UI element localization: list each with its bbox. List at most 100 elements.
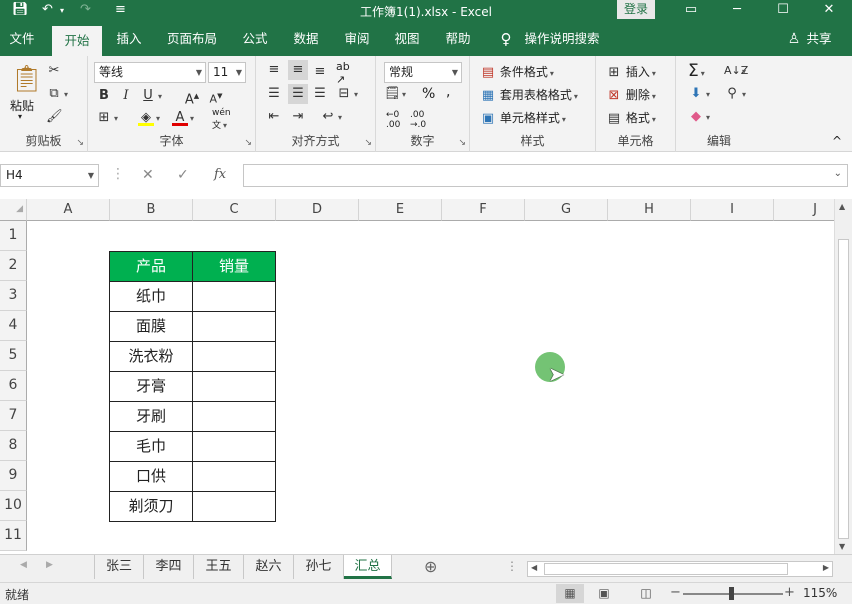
worksheet-grid[interactable]: ◢ A B C D E F G H I J 1 2 3 4 5 6 7 8 9 … [0, 199, 852, 554]
cell-styles-button[interactable]: ▣ 单元格样式 ▾ [480, 109, 566, 127]
table-cell-product[interactable]: 口供 [109, 461, 193, 492]
comma-style-icon[interactable]: , [446, 84, 450, 100]
italic-icon[interactable]: I [118, 88, 134, 104]
horizontal-scrollbar[interactable]: ◀ ▶ [527, 561, 833, 577]
enter-icon[interactable]: ✓ [177, 167, 189, 183]
column-header[interactable]: E [359, 199, 442, 221]
font-launcher-icon[interactable]: ↘ [244, 138, 252, 148]
autosum-icon[interactable]: Σ ▾ [688, 61, 705, 81]
number-launcher-icon[interactable]: ↘ [458, 138, 466, 148]
table-cell-product[interactable]: 牙膏 [109, 371, 193, 402]
accounting-format-icon[interactable]: 🗒︎▾ [384, 86, 406, 102]
expand-formula-icon[interactable]: ⌄ [834, 168, 842, 179]
maximize-icon[interactable]: ☐ [760, 0, 806, 22]
format-painter-icon[interactable]: 🖌︎ [46, 109, 63, 125]
align-right-icon[interactable]: ☰ [312, 86, 328, 102]
table-cell-sales[interactable] [192, 401, 276, 432]
table-cell-product[interactable]: 牙刷 [109, 401, 193, 432]
row-header[interactable]: 3 [0, 281, 27, 311]
close-icon[interactable]: ✕ [806, 0, 852, 22]
tab-review[interactable]: 审阅 [336, 22, 378, 56]
column-header[interactable]: B [110, 199, 193, 221]
align-left-icon[interactable]: ☰ [266, 86, 282, 102]
align-center-icon[interactable]: ☰ [288, 84, 308, 104]
tell-me-search[interactable]: 操作说明搜索 [520, 22, 604, 56]
tab-file[interactable]: 文件 [0, 22, 44, 56]
insert-cells-button[interactable]: ⊞ 插入 ▾ [606, 63, 656, 81]
cut-icon[interactable]: ✂ [46, 63, 62, 79]
collapse-ribbon-icon[interactable]: ^ [832, 134, 842, 148]
fill-icon[interactable]: ⬇ ▾ [688, 86, 710, 102]
page-layout-view-icon[interactable]: ▣ [590, 584, 618, 603]
scroll-down-icon[interactable]: ▼ [839, 542, 845, 551]
table-cell-sales[interactable] [192, 371, 276, 402]
sort-filter-icon[interactable]: A↓Z▾ [724, 63, 748, 79]
delete-cells-button[interactable]: ⊠ 删除 ▾ [606, 86, 656, 104]
format-as-table-button[interactable]: ▦ 套用表格格式 ▾ [480, 86, 578, 104]
fill-color-icon[interactable]: ◈ ▾ [138, 110, 160, 126]
minimize-icon[interactable]: ─ [714, 0, 760, 22]
sheet-tab[interactable]: 孙七 [294, 555, 344, 579]
table-header-product[interactable]: 产品 [109, 251, 193, 282]
alignment-launcher-icon[interactable]: ↘ [364, 138, 372, 148]
increase-font-icon[interactable]: A▲ [184, 88, 200, 107]
tab-formulas[interactable]: 公式 [234, 22, 276, 56]
share-button[interactable]: 共享 [804, 22, 834, 56]
column-header[interactable]: F [442, 199, 525, 221]
table-cell-product[interactable]: 面膜 [109, 311, 193, 342]
formula-input[interactable]: ⌄ [243, 164, 848, 187]
font-size-select[interactable]: 11 ▼ [208, 62, 246, 83]
font-name-select[interactable]: 等线 ▼ [94, 62, 206, 83]
row-header[interactable]: 6 [0, 371, 27, 401]
table-cell-sales[interactable] [192, 431, 276, 462]
tab-view[interactable]: 视图 [386, 22, 428, 56]
column-header[interactable]: C [193, 199, 276, 221]
paste-dropdown-icon[interactable]: ▾ [18, 112, 22, 121]
percent-icon[interactable]: % [422, 86, 435, 102]
clipboard-launcher-icon[interactable]: ↘ [76, 138, 84, 148]
row-header[interactable]: 4 [0, 311, 27, 341]
column-header[interactable]: H [608, 199, 691, 221]
decrease-indent-icon[interactable]: ⇤ [266, 109, 282, 125]
align-middle-icon[interactable]: ≡ [288, 60, 308, 80]
tab-help[interactable]: 帮助 [436, 22, 480, 56]
sheet-tab[interactable]: 王五 [194, 555, 244, 579]
row-header[interactable]: 11 [0, 521, 27, 551]
increase-indent-icon[interactable]: ⇥ [290, 109, 306, 125]
align-bottom-icon[interactable]: ≡ [312, 64, 328, 80]
clear-icon[interactable]: ◆ ▾ [688, 109, 710, 125]
horizontal-scroll-thumb[interactable] [544, 563, 788, 575]
scroll-up-icon[interactable]: ▲ [839, 202, 845, 211]
column-header[interactable]: D [276, 199, 359, 221]
page-break-view-icon[interactable]: ◫ [632, 584, 660, 603]
font-color-icon[interactable]: A ▾ [172, 110, 194, 126]
table-cell-sales[interactable] [192, 281, 276, 312]
login-button[interactable]: 登录 [617, 0, 655, 19]
number-format-select[interactable]: 常规 ▼ [384, 62, 462, 83]
row-header[interactable]: 5 [0, 341, 27, 371]
row-header[interactable]: 9 [0, 461, 27, 491]
zoom-out-icon[interactable]: − [670, 585, 681, 600]
scroll-right-icon[interactable]: ▶ [823, 563, 829, 572]
table-cell-product[interactable]: 洗衣粉 [109, 341, 193, 372]
align-top-icon[interactable]: ≡ [266, 62, 282, 78]
vertical-scrollbar[interactable]: ▲ ▼ [834, 199, 852, 554]
column-header[interactable]: I [691, 199, 774, 221]
column-header[interactable]: A [27, 199, 110, 221]
conditional-formatting-button[interactable]: ▤ 条件格式 ▾ [480, 63, 554, 81]
find-select-icon[interactable]: ⚲ ▾ [724, 86, 746, 102]
orientation-icon[interactable]: ab ↗ [336, 60, 350, 86]
table-cell-sales[interactable] [192, 341, 276, 372]
ribbon-display-icon[interactable]: ▭ [668, 0, 714, 22]
vertical-scroll-thumb[interactable] [838, 239, 849, 539]
bold-icon[interactable]: B [96, 88, 112, 104]
sheet-tab[interactable]: 张三 [94, 555, 144, 579]
sheet-tab-active[interactable]: 汇总 [344, 555, 392, 579]
borders-icon[interactable]: ⊞ ▾ [96, 110, 118, 126]
table-cell-sales[interactable] [192, 461, 276, 492]
row-header[interactable]: 1 [0, 221, 27, 251]
sheet-tab[interactable]: 赵六 [244, 555, 294, 579]
table-cell-sales[interactable] [192, 311, 276, 342]
tab-data[interactable]: 数据 [284, 22, 328, 56]
zoom-in-icon[interactable]: + [784, 585, 795, 600]
